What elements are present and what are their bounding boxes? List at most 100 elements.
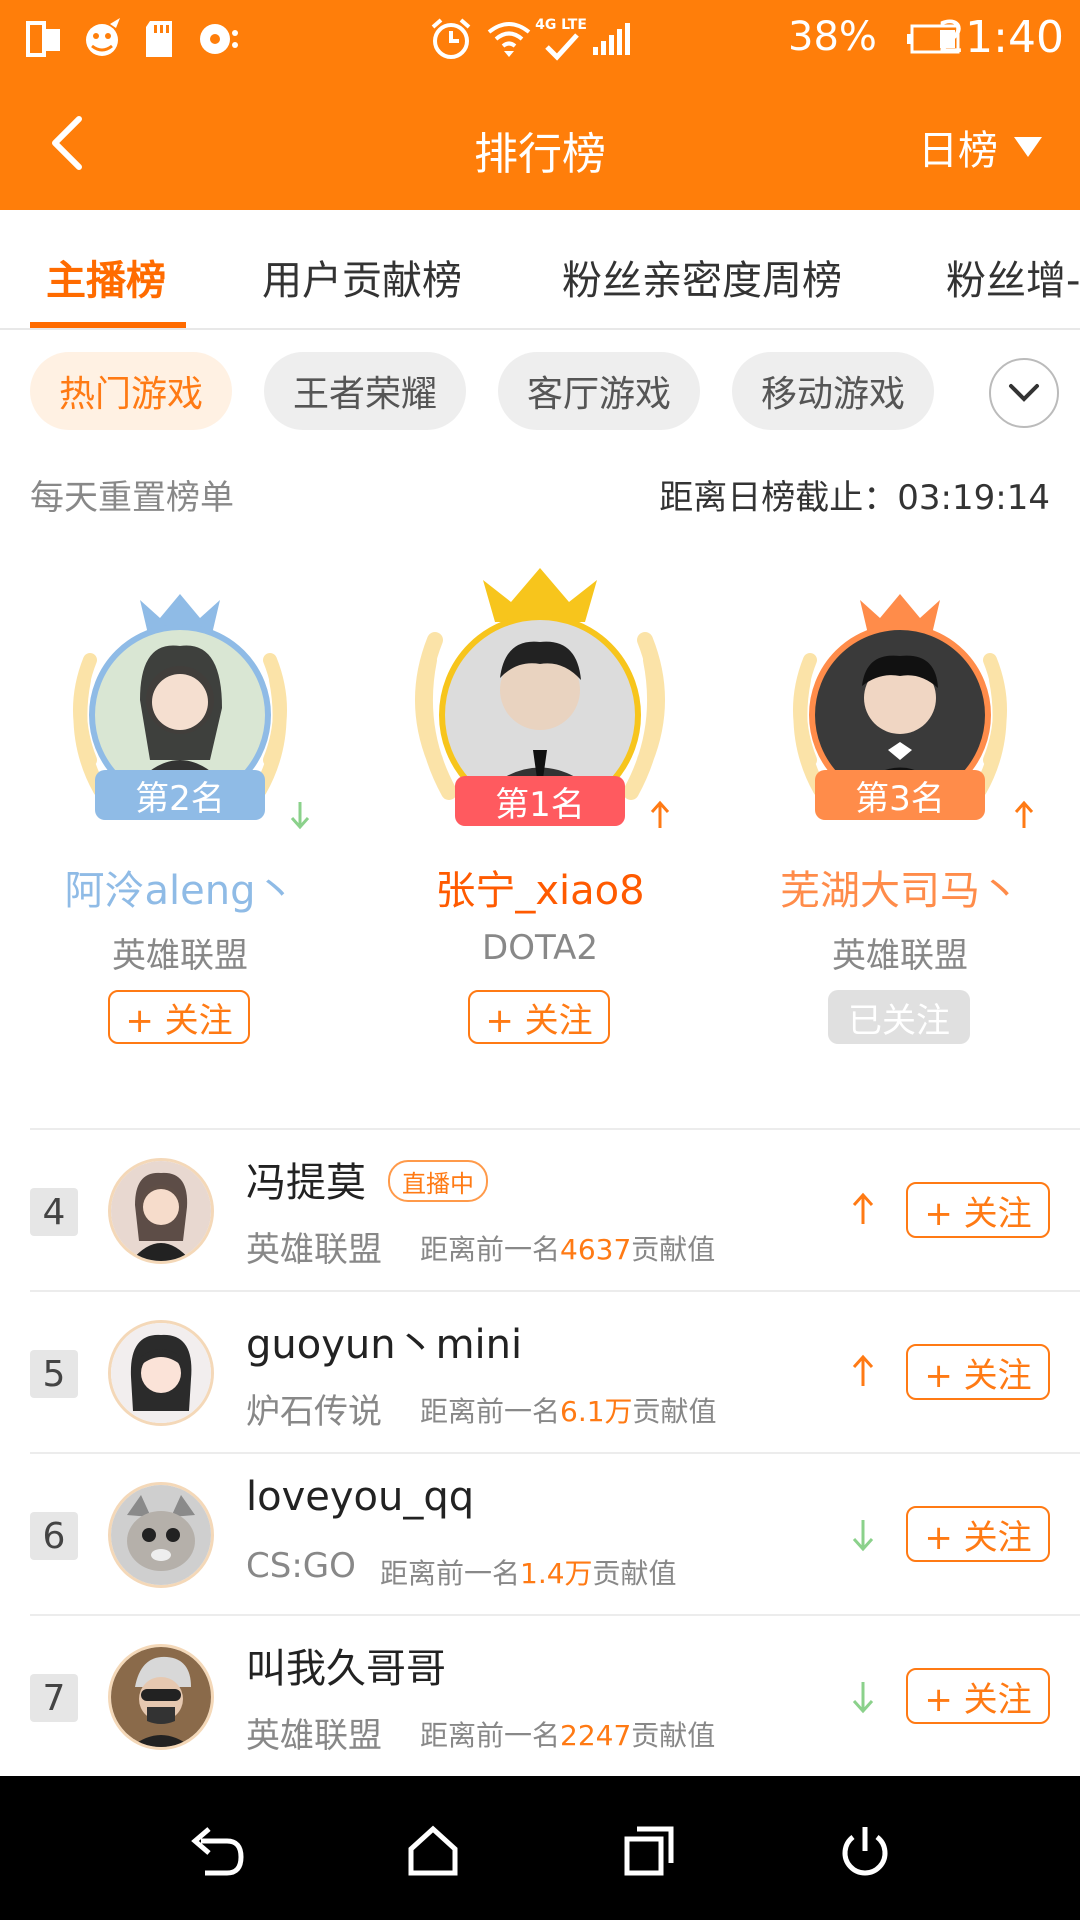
clock: 21:40 (937, 12, 1064, 63)
tab-anchor[interactable]: 主播榜 (46, 248, 166, 306)
gap-value: 1.4万 (520, 1557, 593, 1590)
sd-card-icon (142, 14, 176, 64)
streamer-name: loveyou_qq (246, 1474, 475, 1520)
recents-icon (624, 1826, 674, 1876)
dual-window-icon (24, 14, 64, 64)
tab-fan-intimacy[interactable]: 粉丝亲密度周榜 (562, 248, 842, 306)
rank-number: 5 (30, 1350, 78, 1398)
streamer-game: 英雄联盟 (832, 936, 968, 976)
streamer-game: 英雄联盟 (246, 1716, 382, 1756)
streamer-name: 张宁_xiao8 (435, 868, 645, 914)
rank-badge: 第2名 (95, 770, 265, 820)
list-item[interactable]: 7 叫我久哥哥 英雄联盟 距离前一名2247贡献值 + 关注 (0, 1616, 1080, 1776)
nav-bar: 排行榜 日榜 (0, 80, 1080, 210)
streamer-name: 阿泠aleng丶 (64, 868, 296, 914)
range-label: 日榜 (918, 128, 998, 174)
gap-value: 4637 (560, 1233, 632, 1266)
lte-icon: 4G LTE (532, 14, 590, 64)
top-bar: 4G LTE 38% 21:40 排行榜 日榜 (0, 0, 1080, 210)
back-icon (191, 1827, 244, 1876)
chip-hot-games[interactable]: 热门游戏 (30, 352, 232, 430)
info-line: 每天重置榜单 距离日榜截止：03:19:14 (30, 470, 1050, 520)
contribution-gap: 距离前一名1.4万贡献值 (380, 1552, 677, 1592)
more-categories-button[interactable] (989, 358, 1059, 428)
rank-number: 6 (30, 1512, 78, 1560)
system-back-button[interactable] (182, 1816, 252, 1886)
followed-button[interactable]: 已关注 (828, 990, 970, 1044)
contribution-gap: 距离前一名6.1万贡献值 (420, 1390, 717, 1430)
chip-mobile-games[interactable]: 移动游戏 (732, 352, 934, 430)
trend-down-icon (290, 802, 310, 830)
follow-button[interactable]: + 关注 (906, 1506, 1050, 1562)
trend-up-icon (852, 1354, 874, 1386)
follow-button[interactable]: + 关注 (906, 1344, 1050, 1400)
gap-value: 6.1万 (560, 1395, 633, 1428)
status-bar: 4G LTE 38% 21:40 (0, 0, 1080, 80)
list-item[interactable]: 6 loveyou_qq CS:GO 距离前一名1.4万贡献值 + 关注 (0, 1454, 1080, 1614)
system-nav-bar (0, 1776, 1080, 1920)
wifi-icon (486, 14, 532, 64)
streamer-game: 英雄联盟 (246, 1230, 382, 1270)
trend-down-icon (852, 1520, 874, 1552)
signal-icon (590, 14, 634, 64)
gap-suffix: 贡献值 (631, 1233, 716, 1266)
list-item[interactable]: 4 冯提莫 直播中 英雄联盟 距离前一名4637贡献值 + 关注 (0, 1130, 1080, 1290)
gap-value: 2247 (560, 1719, 632, 1752)
gap-suffix: 贡献值 (632, 1395, 717, 1428)
system-home-button[interactable] (398, 1816, 468, 1886)
podium-first[interactable]: 第1名 张宁_xiao8 DOTA2 + 关注 (390, 560, 690, 1100)
streamer-name: 叫我久哥哥 (246, 1646, 446, 1692)
avatar (108, 1320, 214, 1426)
system-recents-button[interactable] (614, 1816, 684, 1886)
gap-suffix: 贡献值 (592, 1557, 677, 1590)
live-badge: 直播中 (388, 1160, 488, 1202)
streamer-game: DOTA2 (482, 928, 598, 968)
media-icon (196, 14, 240, 64)
category-chips: 热门游戏 王者荣耀 客厅游戏 移动游戏 (0, 352, 1080, 432)
streamer-name: guoyun丶mini (246, 1322, 523, 1368)
battery-percent: 38% (788, 14, 877, 60)
rank-number: 4 (30, 1188, 78, 1236)
gap-suffix: 贡献值 (631, 1719, 716, 1752)
trend-up-icon (1014, 800, 1034, 828)
tab-fan-growth[interactable]: 粉丝增- (946, 248, 1080, 306)
dropdown-triangle-icon (1014, 137, 1042, 157)
chip-honor-of-kings[interactable]: 王者荣耀 (264, 352, 466, 430)
contribution-gap: 距离前一名2247贡献值 (420, 1714, 715, 1754)
gap-prefix: 距离前一名 (420, 1233, 561, 1266)
gap-prefix: 距离前一名 (420, 1395, 561, 1428)
follow-button[interactable]: + 关注 (468, 990, 610, 1044)
streamer-game: CS:GO (246, 1546, 356, 1586)
avatar (108, 1158, 214, 1264)
tab-user-contribution[interactable]: 用户贡献榜 (262, 248, 462, 306)
rank-number: 7 (30, 1674, 78, 1722)
streamer-name: 冯提莫 (246, 1160, 366, 1206)
streamer-game: 炉石传说 (246, 1392, 382, 1432)
chip-living-room-games[interactable]: 客厅游戏 (498, 352, 700, 430)
follow-button[interactable]: + 关注 (906, 1182, 1050, 1238)
reset-note: 每天重置榜单 (30, 478, 234, 518)
ranking-tabs: 主播榜 用户贡献榜 粉丝亲密度周榜 粉丝增- (0, 210, 1080, 330)
system-power-button[interactable] (830, 1816, 900, 1886)
trend-up-icon (852, 1192, 874, 1224)
power-icon (842, 1827, 888, 1876)
streamer-name: 芜湖大司马丶 (780, 868, 1020, 914)
trend-up-icon (650, 800, 670, 828)
active-tab-indicator (30, 322, 186, 328)
gap-prefix: 距离前一名 (420, 1719, 561, 1752)
countdown: 距离日榜截止：03:19:14 (659, 478, 1050, 518)
podium-second[interactable]: 第2名 阿泠aleng丶 英雄联盟 + 关注 (30, 560, 330, 1100)
alarm-icon (428, 14, 474, 64)
follow-button[interactable]: + 关注 (108, 990, 250, 1044)
list-item[interactable]: 5 guoyun丶mini 炉石传说 距离前一名6.1万贡献值 + 关注 (0, 1292, 1080, 1452)
gap-prefix: 距离前一名 (380, 1557, 521, 1590)
rank-badge: 第1名 (455, 776, 625, 826)
streamer-game: 英雄联盟 (112, 936, 248, 976)
podium-third[interactable]: 第3名 芜湖大司马丶 英雄联盟 已关注 (750, 560, 1050, 1100)
mascot-icon (78, 14, 128, 64)
chevron-down-icon (1009, 384, 1039, 402)
range-dropdown[interactable]: 日榜 (918, 118, 1044, 176)
follow-button[interactable]: + 关注 (906, 1668, 1050, 1724)
avatar (108, 1644, 214, 1750)
contribution-gap: 距离前一名4637贡献值 (420, 1228, 715, 1268)
